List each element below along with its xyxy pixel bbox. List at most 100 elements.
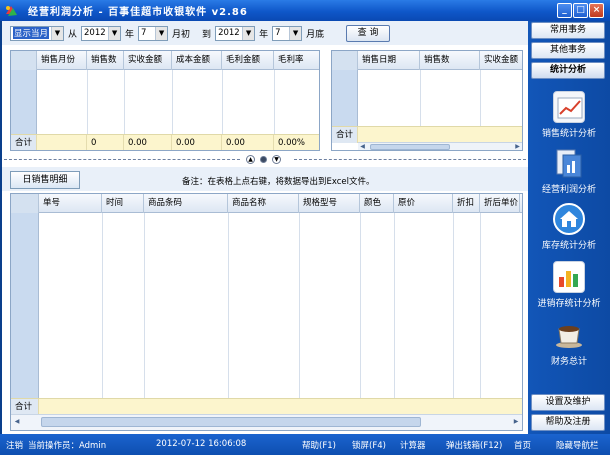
column-header[interactable]: 时间 xyxy=(102,194,144,213)
status-bar: 注销 当前操作员：Admin 2012-07-12 16:06:08 帮助(F1… xyxy=(0,434,610,455)
total-cell xyxy=(37,135,87,150)
column-divider xyxy=(453,213,454,398)
sidebar-settings-button[interactable]: 设置及维护 xyxy=(531,394,605,411)
window-title: 经营利润分析 - 百事佳超市收银软件 v2.86 xyxy=(28,7,248,18)
scroll-right-icon[interactable]: ▶ xyxy=(513,143,522,150)
close-button[interactable]: × xyxy=(589,3,604,18)
line-chart-icon xyxy=(553,91,585,123)
column-header[interactable]: 实收金额 xyxy=(480,51,522,70)
column-header[interactable]: 规格型号 xyxy=(299,194,360,213)
month-start-label: 月初 xyxy=(172,29,191,40)
nav-inventory-analysis[interactable]: 库存统计分析 xyxy=(528,203,610,251)
to-year-select[interactable]: 2012 ▼ xyxy=(215,25,256,41)
column-header[interactable]: 销售数 xyxy=(420,51,480,70)
column-header[interactable]: 销售日期 xyxy=(358,51,420,70)
query-button[interactable]: 查 询 xyxy=(346,24,391,42)
detail-grid[interactable]: 单号 时间 商品条码 商品名称 规格型号 颜色 原价 折扣 折后单价 合计 ◀ … xyxy=(10,193,523,431)
calculator-link[interactable]: 计算器 xyxy=(400,439,426,451)
total-cell xyxy=(358,127,522,143)
scroll-thumb[interactable] xyxy=(41,417,421,427)
splitter-line xyxy=(294,159,526,160)
total-row: 合计 xyxy=(332,126,522,143)
splitter[interactable]: ▲ ▼ xyxy=(2,155,528,164)
splitter-grip-icon[interactable] xyxy=(260,156,267,163)
column-header[interactable]: 毛利金额 xyxy=(222,51,274,70)
period-select[interactable]: 显示当月 ▼ xyxy=(10,25,64,41)
year-label-2: 年 xyxy=(259,29,269,40)
monthly-summary-grid[interactable]: 销售月份 销售数 实收金额 成本金额 毛利金额 毛利率 合计 0 0.00 0.… xyxy=(10,50,320,151)
column-divider xyxy=(102,213,103,398)
maximize-button[interactable]: □ xyxy=(573,3,588,18)
hide-nav-link[interactable]: 隐藏导航栏 xyxy=(556,439,599,451)
year-label: 年 xyxy=(125,29,135,40)
column-header[interactable]: 折扣 xyxy=(453,194,480,213)
nav-finance-total[interactable]: 财务总计 xyxy=(528,319,610,367)
total-row: 合计 0 0.00 0.00 0.00 0.00% xyxy=(11,134,319,150)
from-year-value: 2012 xyxy=(84,28,106,38)
operator-label: 当前操作员：Admin xyxy=(28,441,107,451)
nav-profit-analysis[interactable]: 经营利润分析 xyxy=(528,147,610,195)
to-year-value: 2012 xyxy=(218,28,240,38)
table-header: 单号 时间 商品条码 商品名称 规格型号 颜色 原价 折扣 折后单价 xyxy=(11,194,522,213)
daily-summary-grid[interactable]: 销售日期 销售数 实收金额 合计 ◀ ▶ xyxy=(331,50,523,151)
sidebar-other-tasks-button[interactable]: 其他事务 xyxy=(531,42,605,59)
datetime-label: 2012-07-12 16:06:08 xyxy=(156,439,247,449)
column-header[interactable]: 销售月份 xyxy=(37,51,87,70)
chevron-down-icon: ▼ xyxy=(242,26,255,40)
from-year-select[interactable]: 2012 ▼ xyxy=(81,25,122,41)
total-cell: 0 xyxy=(87,135,124,150)
splitter-controls: ▲ ▼ xyxy=(246,155,281,164)
tab-daily-detail[interactable]: 日销售明细 xyxy=(10,171,80,189)
logout-link[interactable]: 注销 xyxy=(6,439,23,451)
home-link[interactable]: 首页 xyxy=(514,439,531,451)
nav-label: 库存统计分析 xyxy=(541,241,596,251)
collapse-up-icon[interactable]: ▲ xyxy=(246,155,255,164)
collapse-down-icon[interactable]: ▼ xyxy=(272,155,281,164)
from-month-select[interactable]: 7 ▼ xyxy=(138,25,169,41)
total-label: 合计 xyxy=(11,399,39,415)
scroll-right-icon[interactable]: ▶ xyxy=(510,415,522,429)
scroll-thumb[interactable] xyxy=(370,144,450,150)
nav-inout-analysis[interactable]: 进销存统计分析 xyxy=(528,261,610,309)
nav-sales-analysis[interactable]: 销售统计分析 xyxy=(528,91,610,139)
column-header[interactable]: 商品条码 xyxy=(144,194,228,213)
chevron-down-icon: ▼ xyxy=(289,26,302,40)
column-header[interactable]: 折后单价 xyxy=(480,194,520,213)
column-header[interactable]: 颜色 xyxy=(360,194,394,213)
total-cell: 0.00% xyxy=(274,135,319,150)
chevron-down-icon: ▼ xyxy=(108,26,121,40)
minimize-button[interactable]: _ xyxy=(557,3,572,18)
bar-chart-icon xyxy=(553,261,585,293)
column-divider xyxy=(299,213,300,398)
month-end-label: 月底 xyxy=(306,29,325,40)
open-cashbox-link[interactable]: 弹出钱箱(F12) xyxy=(446,439,502,451)
horizontal-scrollbar[interactable]: ◀ ▶ xyxy=(11,414,522,430)
column-header[interactable]: 销售数 xyxy=(87,51,124,70)
horizontal-scrollbar[interactable]: ◀ ▶ xyxy=(358,142,522,150)
to-month-select[interactable]: 7 ▼ xyxy=(272,25,303,41)
total-cell xyxy=(39,399,522,415)
column-header[interactable]: 毛利率 xyxy=(274,51,319,70)
column-divider xyxy=(274,70,275,134)
sidebar-statistics-button[interactable]: 统计分析 xyxy=(531,62,605,79)
column-header[interactable]: 单号 xyxy=(39,194,102,213)
nav-label: 经营利润分析 xyxy=(541,185,596,195)
to-label: 到 xyxy=(202,29,212,40)
sidebar-common-tasks-button[interactable]: 常用事务 xyxy=(531,22,605,39)
scroll-left-icon[interactable]: ◀ xyxy=(11,415,23,429)
from-month-value: 7 xyxy=(141,28,147,38)
row-header-column xyxy=(11,70,37,134)
column-header[interactable]: 商品名称 xyxy=(228,194,299,213)
column-header[interactable]: 实收金额 xyxy=(124,51,172,70)
scroll-left-icon[interactable]: ◀ xyxy=(358,143,367,150)
lock-screen-link[interactable]: 锁屏(F4) xyxy=(352,439,386,451)
sidebar-help-button[interactable]: 帮助及注册 xyxy=(531,414,605,431)
help-link[interactable]: 帮助(F1) xyxy=(302,439,336,451)
header-corner xyxy=(11,51,37,70)
detail-toolbar: 日销售明细 备注：在表格上点右键，将数据导出到Excel文件。 xyxy=(2,167,528,191)
column-header[interactable]: 原价 xyxy=(394,194,453,213)
column-divider xyxy=(360,213,361,398)
column-header[interactable]: 成本金额 xyxy=(172,51,222,70)
column-divider xyxy=(228,213,229,398)
table-header: 销售日期 销售数 实收金额 xyxy=(332,51,522,70)
